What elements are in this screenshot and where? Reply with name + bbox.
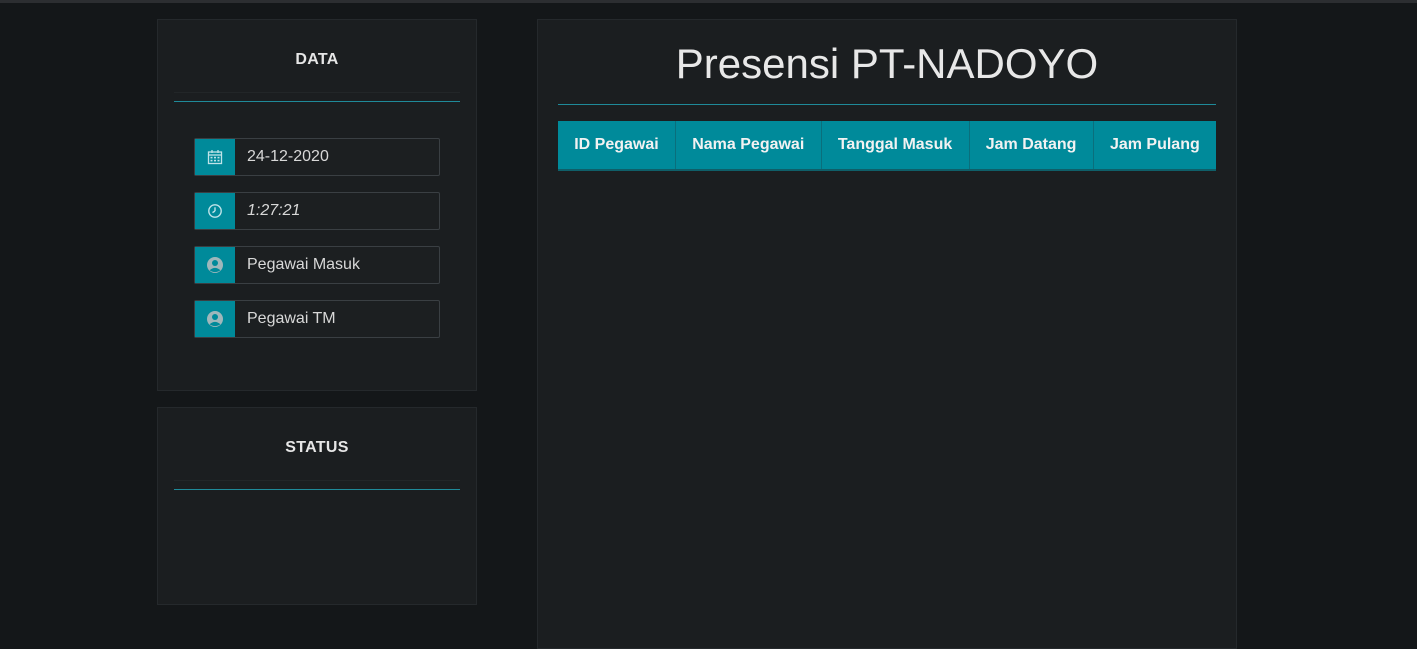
column-header-date[interactable]: Tanggal Masuk (821, 121, 970, 171)
column-header-name[interactable]: Nama Pegawai (675, 121, 822, 171)
employee-tm-input[interactable] (235, 301, 466, 337)
employee-in-field[interactable] (194, 246, 466, 284)
time-input[interactable] (235, 193, 467, 229)
browser-top-bar (0, 0, 1417, 3)
page-title: Presensi PT-NADOYO (675, 40, 1099, 87)
status-panel: STATUS (157, 407, 477, 605)
date-input[interactable] (235, 139, 466, 175)
employee-tm-field[interactable] (194, 300, 466, 338)
employee-in-input[interactable] (235, 247, 466, 283)
date-field[interactable] (194, 138, 466, 176)
table-header-row: ID Pegawai Nama Pegawai Tanggal Masuk Ja… (558, 121, 1216, 171)
data-panel-title: DATA (174, 28, 460, 93)
main-panel: Presensi PT-NADOYO ID Pegawai Nama Pegaw… (537, 19, 1237, 649)
data-panel: DATA (157, 19, 477, 391)
user-icon (195, 247, 235, 283)
status-panel-title: STATUS (174, 416, 460, 481)
column-header-departure[interactable]: Jam Pulang (1093, 121, 1216, 171)
time-field[interactable] (194, 192, 467, 230)
attendance-table: ID Pegawai Nama Pegawai Tanggal Masuk Ja… (558, 121, 1216, 171)
user-icon (195, 301, 235, 337)
column-header-arrival[interactable]: Jam Datang (969, 121, 1094, 171)
clock-icon (195, 193, 235, 229)
status-panel-divider (174, 489, 460, 490)
data-panel-divider (174, 101, 460, 102)
title-divider (558, 104, 1216, 105)
column-header-id[interactable]: ID Pegawai (558, 121, 676, 171)
calendar-icon (195, 139, 235, 175)
